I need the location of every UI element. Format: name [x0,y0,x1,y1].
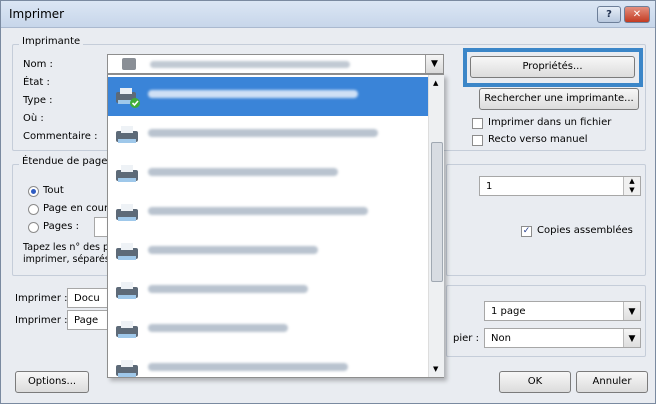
copies-input[interactable]: 1 ▲ ▼ [479,176,641,196]
ok-button[interactable]: OK [499,371,571,393]
current-page-radio[interactable] [28,204,39,215]
list-item[interactable] [108,194,428,233]
pages-per-sheet-value: 1 page [491,306,526,317]
state-label: État : [23,77,50,88]
pages-hint-2: imprimer, séparés [23,254,110,265]
scrollbar-thumb[interactable] [431,142,443,282]
printer-list: ▲ ▼ [107,74,444,378]
selected-printer-name [150,61,350,68]
list-item[interactable] [108,272,428,311]
page-range-label: Étendue de page [19,156,111,167]
printer-name [148,90,358,98]
printer-icon [114,358,142,382]
printer-name [148,168,338,176]
all-radio[interactable] [28,186,39,197]
printer-icon [114,202,142,226]
printer-icon [114,241,142,265]
pages-label[interactable]: Pages : [43,221,79,232]
print-what-select[interactable]: Docu [67,288,111,308]
print-what-value: Docu [74,293,100,304]
comment-label: Commentaire : [23,131,98,142]
where-label: Où : [23,113,44,124]
print-to-file-label[interactable]: Imprimer dans un fichier [488,117,611,128]
printer-name [148,246,318,254]
printer-icon [114,124,142,148]
options-button[interactable]: Options... [15,371,89,393]
print-what-label: Imprimer : [15,293,68,304]
print-dialog: Imprimer ? ✕ Imprimante Nom : État : Typ… [0,0,656,404]
printer-name [148,207,368,215]
copies-spinner[interactable]: ▲ ▼ [623,177,640,195]
pages-per-sheet-arrow-icon[interactable]: ▼ [623,302,640,320]
printer-icon [122,58,136,70]
scale-label: pier : [453,333,479,344]
printer-icon [114,280,142,304]
manual-duplex-checkbox[interactable] [472,135,483,146]
properties-highlight [463,48,643,87]
all-label[interactable]: Tout [43,185,64,196]
printer-icon [114,319,142,343]
printer-icon [114,85,142,109]
current-page-label[interactable]: Page en cours [43,203,113,214]
print-value: Page [74,315,99,326]
window-title: Imprimer [9,7,65,21]
printer-list-scrollbar[interactable]: ▲ ▼ [428,75,444,377]
manual-duplex-label[interactable]: Recto verso manuel [488,134,588,145]
list-item[interactable] [108,233,428,272]
printer-group-label: Imprimante [19,36,84,47]
printer-name [148,324,288,332]
scroll-down-icon[interactable]: ▼ [433,365,438,373]
pages-input[interactable] [94,217,108,237]
print-to-file-checkbox[interactable] [472,118,483,129]
copies-value: 1 [486,181,493,192]
collate-label[interactable]: Copies assemblées [537,225,633,236]
collate-checkbox[interactable]: ✓ [521,226,532,237]
list-item[interactable] [108,77,428,116]
list-item[interactable] [108,350,428,389]
printer-name [148,129,378,137]
list-item[interactable] [108,311,428,350]
printer-name [148,285,308,293]
scale-value: Non [491,333,511,344]
print-label: Imprimer : [15,315,68,326]
printer-name [148,363,348,371]
type-label: Type : [23,95,53,106]
list-item[interactable] [108,116,428,155]
pages-radio[interactable] [28,222,39,233]
name-label: Nom : [23,59,53,70]
pages-per-sheet-select[interactable]: 1 page ▼ [484,301,641,321]
scale-select[interactable]: Non ▼ [484,328,641,348]
cancel-button[interactable]: Annuler [576,371,648,393]
printer-name-combobox[interactable]: ▼ [107,54,444,74]
find-printer-button[interactable]: Rechercher une imprimante... [479,88,639,110]
title-bar: Imprimer ? ✕ [1,1,655,28]
scale-arrow-icon[interactable]: ▼ [623,329,640,347]
list-item[interactable] [108,155,428,194]
printer-icon [114,163,142,187]
scroll-up-icon[interactable]: ▲ [433,79,438,87]
close-button[interactable]: ✕ [624,6,650,23]
printer-dropdown-arrow-icon[interactable]: ▼ [425,55,443,73]
print-select[interactable]: Page [67,310,111,330]
pages-hint-1: Tapez les n° des p [23,242,110,253]
help-button[interactable]: ? [597,6,621,23]
